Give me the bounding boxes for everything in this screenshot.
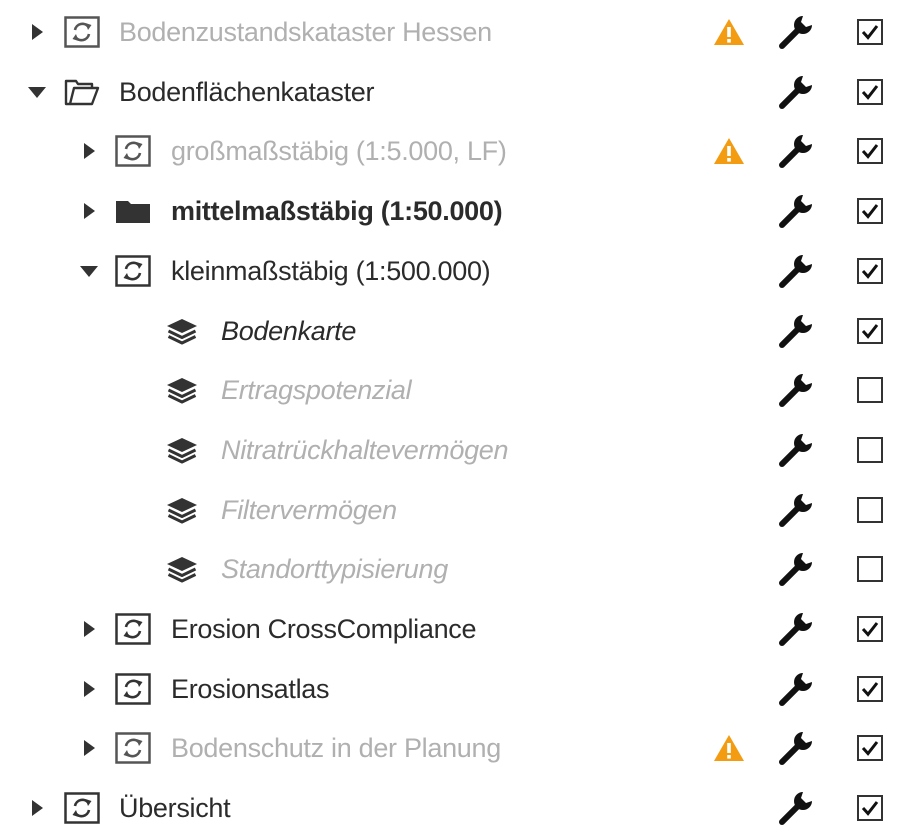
expand-arrow-icon[interactable] bbox=[79, 679, 99, 699]
tree-row-bodenschutz-in-der-planung[interactable]: Bodenschutz in der Planung bbox=[0, 718, 902, 778]
visibility-checkbox-checked[interactable] bbox=[857, 735, 883, 762]
map-service-icon bbox=[115, 135, 151, 168]
tree-row-erosion-crosscompliance[interactable]: Erosion CrossCompliance bbox=[0, 599, 902, 659]
tree-item-label[interactable]: kleinmaßstäbig (1:500.000) bbox=[171, 241, 491, 301]
wrench-icon[interactable] bbox=[776, 728, 816, 768]
tree-row-kleinmassstaebig-1-500-000[interactable]: kleinmaßstäbig (1:500.000) bbox=[0, 241, 902, 301]
visibility-checkbox-checked[interactable] bbox=[857, 198, 883, 225]
tree-row-erosionsatlas[interactable]: Erosionsatlas bbox=[0, 659, 902, 719]
tree-item-label[interactable]: Bodenflächenkataster bbox=[119, 62, 374, 122]
layers-icon bbox=[164, 553, 200, 585]
collapse-arrow-icon[interactable] bbox=[79, 261, 99, 281]
wrench-icon[interactable] bbox=[776, 251, 816, 291]
wrench-icon[interactable] bbox=[776, 669, 816, 709]
map-service-icon bbox=[115, 255, 151, 287]
visibility-checkbox-checked[interactable] bbox=[857, 616, 883, 642]
wrench-icon[interactable] bbox=[776, 430, 816, 470]
warning-icon bbox=[713, 137, 745, 165]
warning-icon bbox=[713, 18, 745, 46]
tree-item-label[interactable]: Standorttypisierung bbox=[221, 539, 448, 599]
visibility-checkbox-checked[interactable] bbox=[857, 795, 883, 822]
expand-arrow-icon[interactable] bbox=[27, 798, 47, 818]
tree-row-bodenkarte[interactable]: Bodenkarte bbox=[0, 301, 902, 361]
visibility-checkbox-checked[interactable] bbox=[857, 138, 883, 165]
tree-item-label[interactable]: mittelmaßstäbig (1:50.000) bbox=[171, 181, 503, 241]
map-service-icon bbox=[115, 732, 151, 765]
tree-item-label[interactable]: großmaßstäbig (1:5.000, LF) bbox=[171, 121, 507, 181]
layers-icon bbox=[164, 494, 200, 526]
wrench-icon[interactable] bbox=[776, 490, 816, 530]
expand-arrow-icon[interactable] bbox=[27, 22, 47, 42]
tree-row-mittelmassstaebig-1-50-000[interactable]: mittelmaßstäbig (1:50.000) bbox=[0, 181, 902, 241]
layers-icon bbox=[164, 434, 200, 466]
layers-icon bbox=[164, 374, 200, 406]
tree-row-filtervermoegen[interactable]: Filtervermögen bbox=[0, 480, 902, 540]
visibility-checkbox-unchecked[interactable] bbox=[857, 556, 883, 583]
visibility-checkbox-checked[interactable] bbox=[857, 78, 883, 105]
expand-arrow-icon[interactable] bbox=[79, 141, 99, 161]
tree-row-bodenzustandskataster-hessen[interactable]: Bodenzustandskataster Hessen bbox=[0, 2, 902, 62]
visibility-checkbox-checked[interactable] bbox=[857, 19, 883, 45]
tree-item-label[interactable]: Nitratrückhaltevermögen bbox=[221, 420, 509, 480]
wrench-icon[interactable] bbox=[776, 311, 816, 351]
wrench-icon[interactable] bbox=[776, 12, 816, 52]
tree-row-ertragspotenzial[interactable]: Ertragspotenzial bbox=[0, 360, 902, 420]
visibility-checkbox-unchecked[interactable] bbox=[857, 496, 883, 523]
tree-item-label[interactable]: Übersicht bbox=[119, 778, 231, 838]
map-service-icon bbox=[64, 16, 100, 48]
tree-item-label[interactable]: Bodenkarte bbox=[221, 301, 356, 361]
map-service-icon bbox=[64, 792, 100, 824]
warning-icon bbox=[713, 734, 745, 762]
wrench-icon[interactable] bbox=[776, 191, 816, 231]
tree-row-uebersicht[interactable]: Übersicht bbox=[0, 778, 902, 838]
folder-icon bbox=[115, 195, 151, 227]
visibility-checkbox-checked[interactable] bbox=[857, 257, 883, 284]
wrench-icon[interactable] bbox=[776, 131, 816, 171]
visibility-checkbox-unchecked[interactable] bbox=[857, 377, 883, 404]
tree-item-label[interactable]: Filtervermögen bbox=[221, 480, 397, 540]
wrench-icon[interactable] bbox=[776, 549, 816, 589]
layers-icon bbox=[164, 315, 200, 347]
expand-arrow-icon[interactable] bbox=[79, 201, 99, 221]
visibility-checkbox-checked[interactable] bbox=[857, 675, 883, 702]
map-service-icon bbox=[115, 613, 151, 645]
collapse-arrow-icon[interactable] bbox=[27, 82, 47, 102]
wrench-icon[interactable] bbox=[776, 72, 816, 112]
wrench-icon[interactable] bbox=[776, 788, 816, 828]
map-service-icon bbox=[115, 672, 151, 705]
wrench-icon[interactable] bbox=[776, 370, 816, 410]
tree-item-label[interactable]: Erosionsatlas bbox=[171, 659, 329, 719]
tree-item-label[interactable]: Erosion CrossCompliance bbox=[171, 599, 477, 659]
visibility-checkbox-unchecked[interactable] bbox=[857, 436, 883, 463]
expand-arrow-icon[interactable] bbox=[79, 738, 99, 758]
tree-item-label[interactable]: Ertragspotenzial bbox=[221, 360, 412, 420]
tree-row-nitratrueckhaltevermoegen[interactable]: Nitratrückhaltevermögen bbox=[0, 420, 902, 480]
folder-open-icon bbox=[64, 76, 100, 108]
tree-row-bodenflaechenkataster[interactable]: Bodenflächenkataster bbox=[0, 62, 902, 122]
tree-item-label[interactable]: Bodenschutz in der Planung bbox=[171, 718, 501, 778]
layer-tree: Bodenzustandskataster Hessen Bodenflächen… bbox=[0, 0, 902, 840]
tree-item-label[interactable]: Bodenzustandskataster Hessen bbox=[119, 2, 492, 62]
tree-row-grossmassstaebig-1-5-000-lf[interactable]: großmaßstäbig (1:5.000, LF) bbox=[0, 121, 902, 181]
visibility-checkbox-checked[interactable] bbox=[857, 317, 883, 344]
tree-row-standorttypisierung[interactable]: Standorttypisierung bbox=[0, 539, 902, 599]
expand-arrow-icon[interactable] bbox=[79, 619, 99, 639]
wrench-icon[interactable] bbox=[776, 609, 816, 649]
